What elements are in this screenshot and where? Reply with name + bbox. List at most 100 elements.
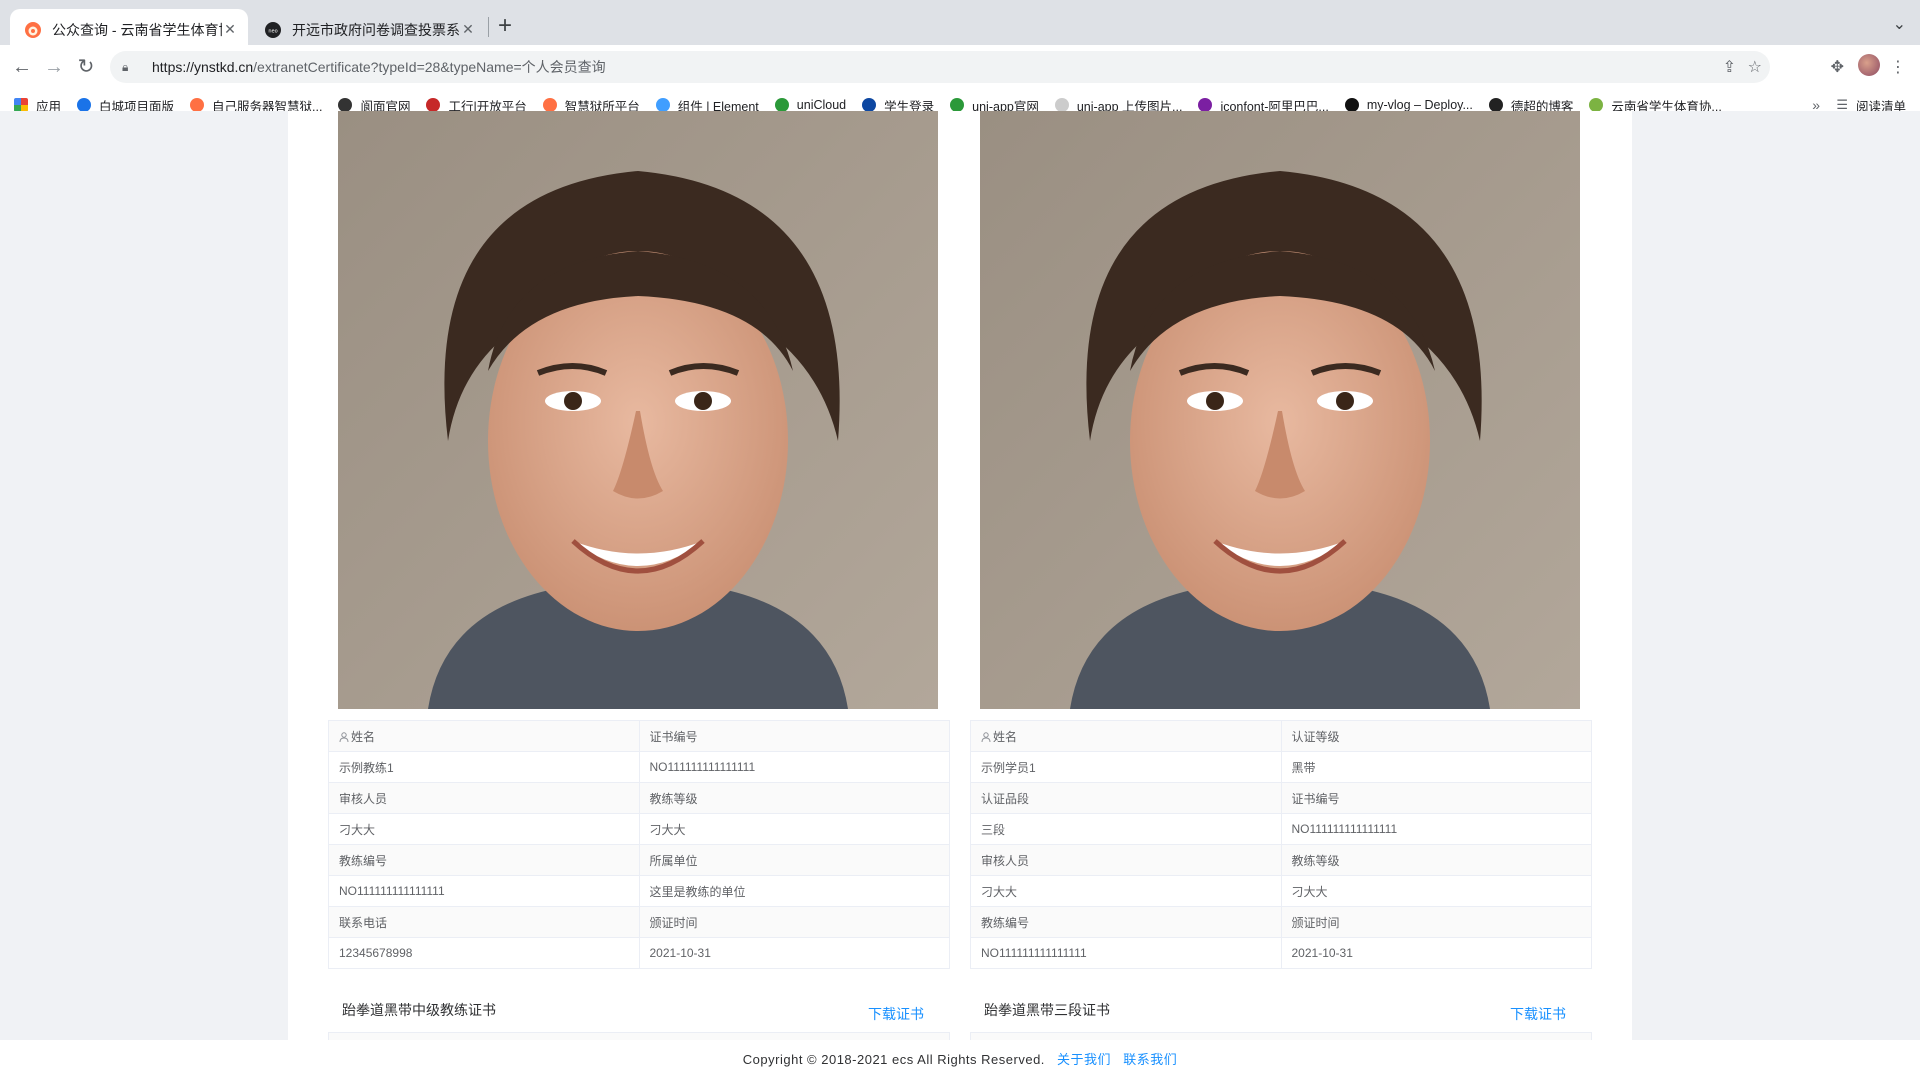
cell-text: 2021-10-31 (649, 946, 711, 960)
cell-text: 颁证时间 (649, 915, 698, 930)
field-label: 所属单位 (638, 844, 950, 876)
association-logo-icon (25, 21, 41, 38)
svg-text:neo: neo (268, 28, 277, 34)
cell-text: 刁大大 (339, 822, 376, 837)
user-icon (981, 731, 991, 742)
contact-us-link[interactable]: 联系我们 (1123, 1052, 1177, 1067)
address-bar[interactable]: 🔒︎ https://ynstkd.cn/extranetCertificate… (110, 51, 1770, 83)
table-row: 刁大大 刁大大 (328, 813, 950, 845)
field-label: 教练等级 (1280, 844, 1592, 876)
url-host: https://ynstkd.cn (152, 59, 254, 75)
tab-search-chevron-down-icon[interactable]: ⌄ (1893, 14, 1906, 34)
copyright-text: Copyright © 2018-2021 ecs All Rights Res… (742, 1052, 1045, 1067)
cell-text: 姓名 (351, 729, 376, 744)
forward-arrow-icon[interactable]: → (40, 53, 68, 81)
portrait-photo (338, 111, 938, 709)
field-value: NO111111111111111 (970, 937, 1282, 969)
reload-icon[interactable]: ↻ (72, 53, 100, 81)
bookmark-favicon-icon (338, 98, 353, 112)
browser-menu-icon[interactable]: ⋮ (1890, 57, 1906, 77)
coach-info-table: 姓名 证书编号 示例教练1 NO111111111111111 审核人员 教练等级 刁大大刁… (328, 720, 950, 969)
share-icon[interactable]: ⇪ (1723, 57, 1736, 77)
bookmark-label: uniCloud (796, 98, 847, 112)
cell-text: 颁证时间 (1291, 915, 1340, 930)
cell-text: 示例教练1 (339, 760, 394, 775)
back-arrow-icon[interactable]: ← (8, 53, 36, 81)
bookmark-favicon-icon (77, 98, 92, 112)
download-certificate-link[interactable]: 下载证书 (1510, 1004, 1566, 1024)
cell-text: 刁大大 (649, 822, 686, 837)
table-row: 示例教练1 NO111111111111111 (328, 751, 950, 783)
cell-text: 教练编号 (339, 853, 388, 868)
cell-text: 认证等级 (1291, 729, 1340, 744)
field-value: 黑带 (1280, 751, 1592, 783)
url-text[interactable]: https://ynstkd.cn/extranetCertificate?ty… (152, 57, 606, 77)
bookmark-favicon-icon (542, 98, 557, 112)
tab-public-query[interactable]: 公众查询 - 云南省学生体育协会 ✕ (10, 9, 248, 50)
bookmark-item[interactable]: my-vlog – Deploy... (1344, 98, 1473, 112)
cell-text: 审核人员 (981, 853, 1030, 868)
browser-toolbar: ← → ↻ 🔒︎ https://ynstkd.cn/extranetCerti… (0, 45, 1920, 89)
field-value: 这里是教练的单位 (638, 875, 950, 907)
field-label: 审核人员 (970, 844, 1282, 876)
cell-text: 教练编号 (981, 915, 1030, 930)
field-label: 教练编号 (328, 844, 640, 876)
table-row: NO111111111111111 这里是教练的单位 (328, 875, 950, 907)
cell-text: 认证品段 (981, 791, 1030, 806)
table-row: 12345678998 2021-10-31 (328, 937, 950, 969)
field-label: 颁证时间 (638, 906, 950, 938)
cell-text: 教练等级 (649, 791, 698, 806)
bookmark-label: my-vlog – Deploy... (1366, 98, 1473, 112)
field-label: 教练编号 (970, 906, 1282, 938)
field-label: 审核人员 (328, 782, 640, 814)
cell-text: 联系电话 (339, 915, 388, 930)
site-logo-icon: neo (265, 21, 281, 38)
profile-avatar[interactable] (1858, 54, 1880, 76)
field-label: 姓名 (970, 720, 1282, 752)
bookmark-star-icon[interactable]: ☆ (1748, 57, 1762, 77)
field-value: NO111111111111111 (328, 875, 640, 907)
bookmark-favicon-icon (190, 98, 205, 112)
cell-text: 12345678998 (339, 946, 413, 960)
extensions-puzzle-icon[interactable]: ✥ (1831, 57, 1844, 77)
table-row: 教练编号 颁证时间 (970, 906, 1592, 938)
table-row: 认证品段 证书编号 (970, 782, 1592, 814)
close-icon[interactable]: ✕ (460, 21, 476, 38)
bookmark-favicon-icon (862, 98, 877, 112)
cell-text: 证书编号 (649, 729, 698, 744)
bookmark-item[interactable]: uniCloud (774, 98, 847, 112)
browser-tab-bar: 公众查询 - 云南省学生体育协会 ✕ neo 开远市政府问卷调查投票系统 | 旧… (0, 0, 1920, 50)
field-value: 2021-10-31 (1280, 937, 1592, 969)
close-icon[interactable]: ✕ (222, 21, 238, 38)
user-icon (339, 731, 349, 742)
bookmark-favicon-icon (426, 98, 441, 112)
student-info-table: 姓名 认证等级示例学员1 黑带认证品段 证书编号三段 NO111111111111111… (970, 720, 1592, 969)
cell-text: 刁大大 (981, 884, 1018, 899)
table-row: 示例学员1 黑带 (970, 751, 1592, 783)
field-label: 姓名 (328, 720, 640, 752)
new-tab-button[interactable]: + (498, 12, 512, 40)
cell-text: 刁大大 (1291, 884, 1328, 899)
page-content: 姓名 证书编号 示例教练1 NO111111111111111 审核人员 教练等级 刁大大刁… (0, 111, 1920, 1041)
table-row: 审核人员 教练等级 (970, 844, 1592, 876)
field-value: 三段 (970, 813, 1282, 845)
cell-text: 这里是教练的单位 (649, 884, 746, 899)
lock-icon[interactable]: 🔒︎ (122, 60, 136, 75)
cell-text: NO111111111111111 (981, 946, 1087, 960)
field-value: 刁大大 (970, 875, 1282, 907)
field-label: 颁证时间 (1280, 906, 1592, 938)
cell-text: NO111111111111111 (1291, 822, 1398, 836)
table-row: 刁大大 刁大大 (970, 875, 1592, 907)
cell-text: 三段 (981, 822, 1006, 837)
download-certificate-link[interactable]: 下载证书 (868, 1004, 924, 1024)
bookmark-favicon-icon (950, 98, 965, 112)
field-value: 12345678998 (328, 937, 640, 969)
bookmark-favicon-icon (655, 98, 670, 112)
cell-text: 姓名 (993, 729, 1018, 744)
about-us-link[interactable]: 关于我们 (1057, 1052, 1111, 1067)
bookmark-favicon-icon (1488, 98, 1503, 112)
cell-text: 证书编号 (1291, 791, 1340, 806)
tab-survey-system[interactable]: neo 开远市政府问卷调查投票系统 | 旧 ✕ (250, 9, 486, 50)
content-container: 姓名 证书编号 示例教练1 NO111111111111111 审核人员 教练等级 刁大大刁… (288, 111, 1632, 1041)
cell-text: NO111111111111111 (339, 884, 445, 898)
